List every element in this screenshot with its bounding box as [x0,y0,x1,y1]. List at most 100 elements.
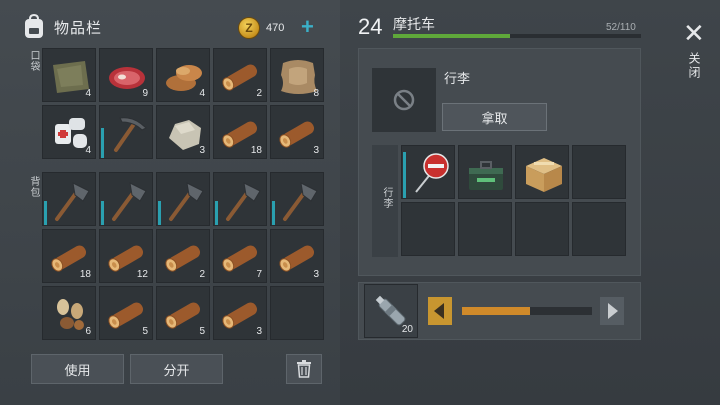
fuel-item-slot[interactable]: 20 [364,284,418,338]
item-qty: 2 [256,88,262,99]
backpack-slot[interactable]: 3 [213,286,267,340]
backpack-slot[interactable]: 18 [42,229,96,283]
backpack-slot[interactable] [99,172,153,226]
hatchet-icon [112,182,147,221]
use-button[interactable]: 使用 [31,354,124,384]
storage-slot[interactable] [401,145,455,199]
stop-sign-icon [415,153,449,193]
take-button[interactable]: 拿取 [442,103,547,131]
durability-bar [101,128,104,158]
slider-left-button[interactable] [428,297,452,325]
backpack-slot[interactable]: 2 [156,229,210,283]
durability-bar [101,201,104,225]
item-qty: 18 [250,145,262,156]
storage-slot[interactable] [515,202,569,256]
storage-slot[interactable] [401,202,455,256]
coin-count: 470 [266,22,285,34]
item-qty: 5 [142,326,148,337]
luggage-title: 行李 [444,71,471,86]
item-qty: 4 [85,88,91,99]
pocket-slot[interactable]: 4 [156,48,210,102]
backpack-slot[interactable] [42,172,96,226]
trash-icon [297,360,311,378]
pocket-slot[interactable]: 3 [270,105,324,159]
item-qty: 5 [199,326,205,337]
backpack-slot[interactable] [270,172,324,226]
close-icon[interactable]: ✕ [683,20,705,46]
storage-slot[interactable] [458,145,512,199]
pocket-slot[interactable]: 4 [42,105,96,159]
storage-label: 行李 [381,187,392,209]
coin-icon: Z [238,17,260,39]
item-qty: 4 [199,88,205,99]
capacity-bar-fill [393,34,510,38]
inventory-title: 物品栏 [54,19,103,37]
trash-button[interactable] [286,354,322,384]
pocket-slot[interactable]: 18 [213,105,267,159]
durability-bar [403,152,406,198]
chevron-left-icon [428,297,452,325]
item-qty: 8 [313,88,319,99]
cardboard-box-icon [526,158,562,192]
item-qty: 4 [85,145,91,156]
backpack-slot[interactable]: 5 [156,286,210,340]
hatchet-icon [226,182,261,221]
pocket-label: 口袋 [28,50,39,72]
vehicle-name: 摩托车 [393,16,435,32]
capacity-text: 52/110 [606,22,636,33]
capacity-bar [393,34,641,38]
luggage-slot [372,68,436,132]
item-qty: 9 [142,88,148,99]
hatchet-icon [169,182,204,221]
backpack-slot[interactable]: 12 [99,229,153,283]
storage-label-box: 行李 [372,145,398,257]
storage-slot[interactable] [515,145,569,199]
pocket-slot[interactable]: 2 [213,48,267,102]
backpack-slot[interactable] [213,172,267,226]
hatchet-icon [283,182,318,221]
hatchet-icon [55,182,90,221]
use-button-label: 使用 [64,362,91,378]
pocket-slot[interactable]: 8 [270,48,324,102]
item-qty: 3 [256,326,262,337]
item-qty: 12 [136,269,148,280]
item-qty: 3 [313,269,319,280]
no-entry-icon [393,89,415,111]
backpack-icon [25,14,43,38]
vehicle-level: 24 [358,14,383,39]
item-qty: 3 [199,145,205,156]
storage-slot[interactable] [458,202,512,256]
fuel-qty: 20 [401,324,413,335]
toolbox-icon [469,161,503,190]
split-button[interactable]: 分开 [130,354,223,384]
storage-slot[interactable] [572,202,626,256]
item-qty: 2 [199,269,205,280]
item-qty: 7 [256,269,262,280]
backpack-slot[interactable]: 5 [99,286,153,340]
durability-bar [158,201,161,225]
storage-slot[interactable] [572,145,626,199]
item-qty: 18 [79,269,91,280]
backpack-slot[interactable]: 7 [213,229,267,283]
fuel-slider-fill [462,307,530,315]
pickaxe-icon [114,117,147,152]
fuel-slider-track[interactable] [462,307,592,315]
backpack-slot[interactable] [156,172,210,226]
split-button-label: 分开 [163,362,190,378]
item-qty: 3 [313,145,319,156]
pocket-slot[interactable]: 9 [99,48,153,102]
backpack-slot[interactable]: 6 [42,286,96,340]
durability-bar [44,201,47,225]
pocket-slot[interactable] [99,105,153,159]
close-label[interactable]: 关闭 [686,52,703,80]
inventory-header: 物品栏 [22,14,102,40]
pocket-slot[interactable]: 4 [42,48,96,102]
take-button-label: 拿取 [481,110,508,126]
chevron-right-icon [600,297,624,325]
backpack-slot[interactable] [270,286,324,340]
durability-bar [215,201,218,225]
slider-right-button[interactable] [600,297,624,325]
add-coins-button[interactable]: + [301,16,314,38]
backpack-slot[interactable]: 3 [270,229,324,283]
pocket-slot[interactable]: 3 [156,105,210,159]
